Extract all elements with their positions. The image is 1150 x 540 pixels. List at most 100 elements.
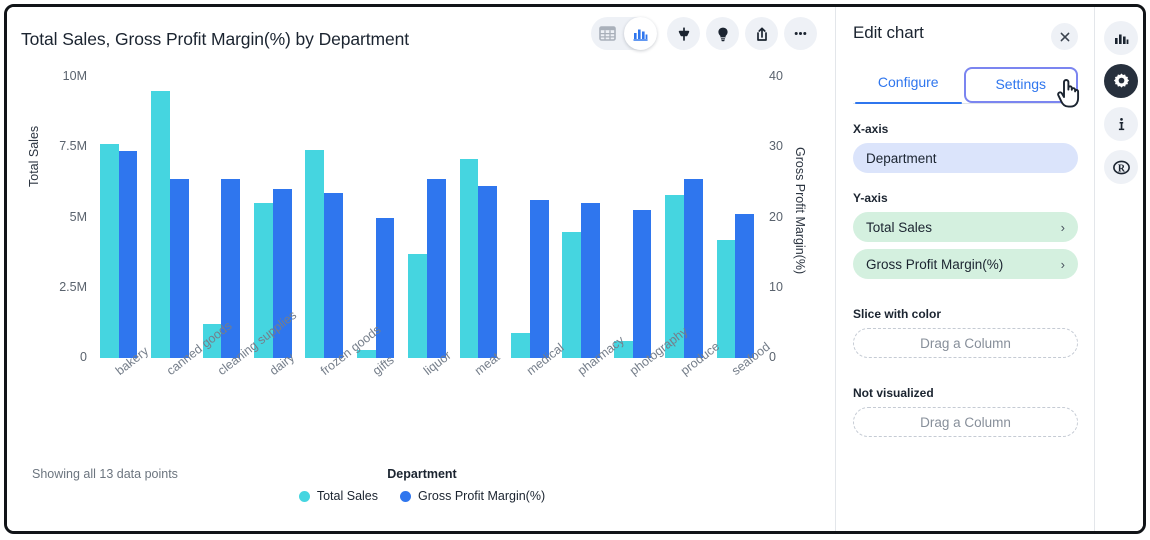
rail-r-icon[interactable]: R xyxy=(1104,150,1138,184)
tab-configure[interactable]: Configure xyxy=(853,67,964,104)
bar-group xyxy=(93,77,144,358)
bar-gross-profit-margin[interactable] xyxy=(375,217,395,358)
bar-gross-profit-margin[interactable] xyxy=(170,178,189,358)
share-upload-glyph xyxy=(756,26,767,41)
x-axis-tick-label: gifts xyxy=(369,352,397,379)
bar-group xyxy=(299,77,350,358)
legend-color-dot xyxy=(400,490,412,502)
r-circle-glyph: R xyxy=(1112,160,1130,174)
gear-glyph xyxy=(1113,73,1129,88)
rail-gear-icon[interactable] xyxy=(1104,64,1138,98)
y-axis-left-tick: 0 xyxy=(80,350,87,364)
table-view-icon[interactable] xyxy=(591,17,624,50)
legend-label: Total Sales xyxy=(316,489,379,503)
bar-gross-profit-margin[interactable] xyxy=(426,178,446,358)
x-axis-field-value: Department xyxy=(866,150,937,166)
bar-total-sales[interactable] xyxy=(613,341,633,358)
bar-group xyxy=(555,77,606,358)
ellipsis-glyph xyxy=(794,32,807,35)
x-axis-tick-label: liquor xyxy=(421,348,454,379)
bar-gross-profit-margin[interactable] xyxy=(529,199,549,358)
slice-with-color-dropzone[interactable]: Drag a Column xyxy=(853,328,1078,358)
bar-group xyxy=(350,77,401,358)
x-axis-tick-label: meat xyxy=(472,349,503,379)
rail-info-icon[interactable] xyxy=(1104,107,1138,141)
not-visualized-label: Not visualized xyxy=(853,386,934,400)
more-options-icon[interactable] xyxy=(784,17,817,50)
bar-chart-glyph xyxy=(633,29,648,41)
chart-view-icon[interactable] xyxy=(624,17,657,50)
x-axis-tick-label: canned goods xyxy=(164,318,235,379)
y-axis-field-gross-profit-margin[interactable]: Gross Profit Margin(%) › xyxy=(853,249,1078,279)
legend-title: Department xyxy=(387,467,457,481)
bar-group-container xyxy=(93,77,761,358)
bar-total-sales[interactable] xyxy=(408,254,427,358)
app-frame: Total Sales, Gross Profit Margin(%) by D… xyxy=(4,4,1146,534)
bar-group xyxy=(144,77,195,358)
chart-toolbar xyxy=(591,17,817,50)
bar-total-sales[interactable] xyxy=(665,195,684,358)
slice-with-color-label: Slice with color xyxy=(853,307,942,321)
y-axis-field-total-sales[interactable]: Total Sales › xyxy=(853,212,1078,242)
edit-panel-header: Edit chart xyxy=(853,23,1078,53)
x-axis-tick-label: photography xyxy=(626,324,690,379)
close-x-glyph xyxy=(1060,32,1069,41)
chevron-right-icon: › xyxy=(1060,219,1065,235)
bar-gross-profit-margin[interactable] xyxy=(272,189,292,358)
bar-group xyxy=(247,77,298,358)
bar-gross-profit-margin[interactable] xyxy=(735,214,755,358)
bar-total-sales[interactable] xyxy=(202,324,222,358)
y-axis-left-tick: 10M xyxy=(62,69,87,83)
bar-total-sales[interactable] xyxy=(151,91,171,358)
x-axis-tick-label: cleaning supplies xyxy=(215,307,300,379)
bar-gross-profit-margin[interactable] xyxy=(683,178,703,358)
lightbulb-glyph xyxy=(717,27,728,41)
close-icon[interactable] xyxy=(1051,23,1078,50)
legend-item[interactable]: Total Sales xyxy=(298,489,379,503)
y-axis-right-tick: 30 xyxy=(769,139,783,154)
x-axis-tick-label: frozen goods xyxy=(318,322,384,379)
x-axis-label: X-axis xyxy=(853,122,889,136)
bar-gross-profit-margin[interactable] xyxy=(632,210,652,358)
y-axis-label: Y-axis xyxy=(853,191,888,205)
bar-total-sales[interactable] xyxy=(716,239,736,358)
y-axis-right-title: Gross Profit Margin(%) xyxy=(793,147,807,275)
screenshot-root: Total Sales, Gross Profit Margin(%) by D… xyxy=(0,0,1150,540)
bar-group xyxy=(658,77,709,358)
edit-chart-panel: Edit chart Configure Settings X-axis Dep… xyxy=(837,7,1095,531)
share-icon[interactable] xyxy=(745,17,778,50)
y-axis-field-value: Gross Profit Margin(%) xyxy=(866,256,1004,272)
bar-total-sales[interactable] xyxy=(99,144,119,358)
insights-icon[interactable] xyxy=(706,17,739,50)
chart-legend: Department Total Sales Gross Profit Margi… xyxy=(197,467,647,503)
bar-gross-profit-margin[interactable] xyxy=(118,150,138,358)
bar-group xyxy=(710,77,761,358)
bar-total-sales[interactable] xyxy=(459,158,479,358)
y-axis-field-value: Total Sales xyxy=(866,219,933,235)
legend-item[interactable]: Gross Profit Margin(%) xyxy=(400,489,545,503)
tab-settings[interactable]: Settings xyxy=(963,67,1078,103)
bar-total-sales[interactable] xyxy=(254,203,273,358)
pin-icon[interactable] xyxy=(667,17,700,50)
y-axis-left-tick: 7.5M xyxy=(59,139,87,154)
y-axis-right-tick: 0 xyxy=(769,350,776,364)
x-axis-tick-label: seafood xyxy=(729,339,773,379)
bar-total-sales[interactable] xyxy=(356,349,376,358)
not-visualized-dropzone[interactable]: Drag a Column xyxy=(853,407,1078,437)
legend-color-dot xyxy=(298,490,310,502)
bar-gross-profit-margin[interactable] xyxy=(478,185,498,358)
x-axis-field-department[interactable]: Department xyxy=(853,143,1078,173)
rail-chart-icon[interactable] xyxy=(1104,21,1138,55)
bar-total-sales[interactable] xyxy=(510,332,530,358)
bar-gross-profit-margin[interactable] xyxy=(581,203,600,358)
info-glyph xyxy=(1118,117,1124,130)
bar-gross-profit-margin[interactable] xyxy=(221,178,241,358)
bar-total-sales[interactable] xyxy=(305,150,325,358)
page-title: Total Sales, Gross Profit Margin(%) by D… xyxy=(21,29,410,49)
y-axis-left-tick: 2.5M xyxy=(59,279,87,294)
x-axis-tick-label: pharmacy xyxy=(575,333,628,379)
bar-total-sales[interactable] xyxy=(562,231,582,358)
y-axis-left-title: Total Sales xyxy=(27,125,41,187)
chart-panel: Total Sales, Gross Profit Margin(%) by D… xyxy=(7,7,836,531)
bar-gross-profit-margin[interactable] xyxy=(324,192,343,358)
